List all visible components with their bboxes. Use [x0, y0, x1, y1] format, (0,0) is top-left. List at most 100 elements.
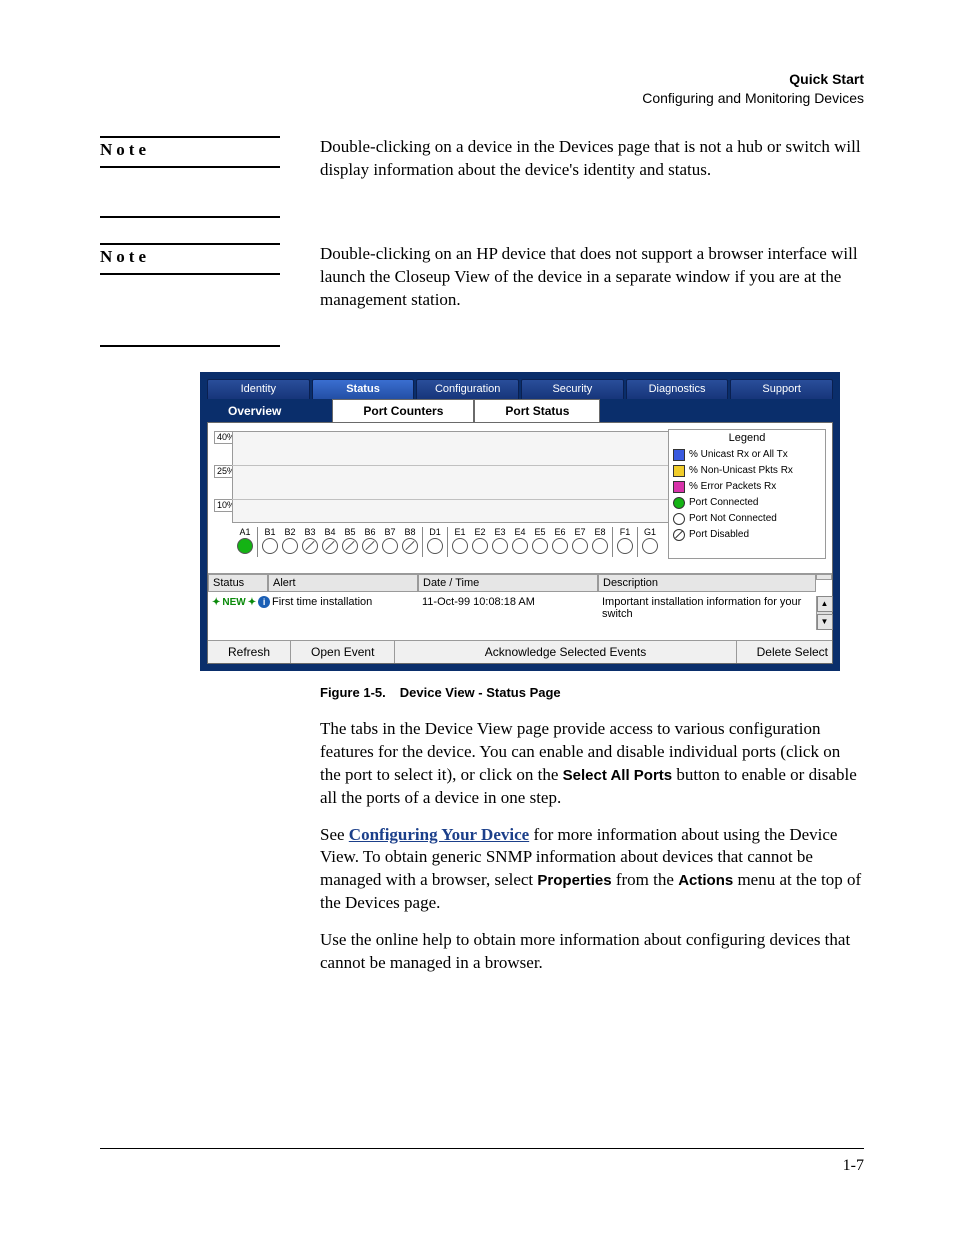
- figure-caption: Figure 1-5.Device View - Status Page: [320, 685, 864, 700]
- legend-item: % Non-Unicast Pkts Rx: [673, 463, 821, 479]
- tab-security[interactable]: Security: [521, 379, 624, 399]
- port-B2[interactable]: B2: [281, 527, 299, 557]
- port-label: B6: [364, 527, 375, 537]
- refresh-button[interactable]: Refresh: [208, 641, 291, 663]
- ack-events-button[interactable]: Acknowledge Selected Events: [395, 641, 736, 663]
- figure-title: Device View - Status Page: [400, 685, 561, 700]
- port-label: B2: [284, 527, 295, 537]
- port-D1[interactable]: D1: [426, 527, 444, 557]
- legend-item: Port Disabled: [673, 527, 821, 543]
- port-status-icon: [452, 538, 468, 554]
- legend-label: Port Disabled: [689, 527, 749, 543]
- new-badge: ✦NEW✦ i: [212, 596, 270, 608]
- event-description: Important installation information for y…: [598, 596, 816, 620]
- port-status-icon: [322, 538, 338, 554]
- tab-status[interactable]: Status: [312, 379, 415, 399]
- note-block-2: Note Double-clicking on an HP device tha…: [100, 243, 864, 348]
- col-scroller: [816, 574, 832, 580]
- port-label: E5: [534, 527, 545, 537]
- port-E2[interactable]: E2: [471, 527, 489, 557]
- legend-label: % Error Packets Rx: [689, 479, 776, 495]
- port-status-icon: [282, 538, 298, 554]
- note-label: Note: [100, 136, 280, 168]
- col-datetime: Date / Time: [418, 574, 598, 592]
- subtab-port-counters[interactable]: Port Counters: [332, 399, 474, 422]
- port-B8[interactable]: B8: [401, 527, 419, 557]
- legend-label: % Unicast Rx or All Tx: [689, 447, 788, 463]
- tab-diagnostics[interactable]: Diagnostics: [626, 379, 729, 399]
- port-A1[interactable]: A1: [236, 527, 254, 557]
- subtab-overview[interactable]: Overview: [211, 399, 332, 422]
- port-B5[interactable]: B5: [341, 527, 359, 557]
- configuring-your-device-link[interactable]: Configuring Your Device: [349, 825, 529, 844]
- note-label: Note: [100, 243, 280, 275]
- action-bar: Refresh Open Event Acknowledge Selected …: [208, 640, 832, 663]
- port-label: B4: [324, 527, 335, 537]
- port-status-icon: [382, 538, 398, 554]
- port-E6[interactable]: E6: [551, 527, 569, 557]
- note-text: Double-clicking on a device in the Devic…: [320, 136, 864, 219]
- col-description: Description: [598, 574, 816, 592]
- event-alert: First time installation: [268, 596, 418, 608]
- port-label: B1: [264, 527, 275, 537]
- port-label: E1: [454, 527, 465, 537]
- port-label: E6: [554, 527, 565, 537]
- port-G1[interactable]: G1: [641, 527, 659, 557]
- legend-item: Port Not Connected: [673, 511, 821, 527]
- port-B6[interactable]: B6: [361, 527, 379, 557]
- port-E3[interactable]: E3: [491, 527, 509, 557]
- scrollbar[interactable]: ▲ ▼: [816, 596, 832, 630]
- port-utilization-chart: Port Utilization 40% 25% 10% A1B1B2B3B4B…: [214, 429, 826, 569]
- port-status-icon: [472, 538, 488, 554]
- event-row[interactable]: ✦NEW✦ i First time installation 11-Oct-9…: [208, 592, 832, 640]
- port-label: B7: [384, 527, 395, 537]
- scroll-up-icon[interactable]: ▲: [817, 596, 833, 612]
- port-status-icon: [512, 538, 528, 554]
- port-status-icon: [402, 538, 418, 554]
- port-status-icon: [342, 538, 358, 554]
- legend-swatch-icon: [673, 481, 685, 493]
- port-E1[interactable]: E1: [451, 527, 469, 557]
- port-label: E8: [594, 527, 605, 537]
- port-label: D1: [429, 527, 441, 537]
- port-status-icon: [642, 538, 658, 554]
- legend-item: % Error Packets Rx: [673, 479, 821, 495]
- port-row: A1 B1 B2 B3 B4 B5 B6 B7 B8 D1 E1 E2 E3 E4 E5 E6 E7 E8 F1 G1: [236, 527, 676, 557]
- port-E8[interactable]: E8: [591, 527, 609, 557]
- tab-identity[interactable]: Identity: [207, 379, 310, 399]
- legend-swatch-icon: [673, 497, 685, 509]
- legend-swatch-icon: [673, 465, 685, 477]
- open-event-button[interactable]: Open Event: [291, 641, 395, 663]
- port-E4[interactable]: E4: [511, 527, 529, 557]
- port-E5[interactable]: E5: [531, 527, 549, 557]
- port-status-icon: [532, 538, 548, 554]
- top-tab-row: Identity Status Configuration Security D…: [205, 377, 835, 399]
- legend-box: Legend % Unicast Rx or All Tx% Non-Unica…: [668, 429, 826, 559]
- port-label: E2: [474, 527, 485, 537]
- port-B7[interactable]: B7: [381, 527, 399, 557]
- col-status: Status: [208, 574, 268, 592]
- port-label: E3: [494, 527, 505, 537]
- port-label: E4: [514, 527, 525, 537]
- subtab-port-status[interactable]: Port Status: [474, 399, 600, 422]
- port-status-icon: [492, 538, 508, 554]
- legend-item: Port Connected: [673, 495, 821, 511]
- footer-rule: [100, 1148, 864, 1149]
- legend-item: % Unicast Rx or All Tx: [673, 447, 821, 463]
- port-label: G1: [644, 527, 656, 537]
- delete-selected-button[interactable]: Delete Select: [737, 641, 832, 663]
- tab-support[interactable]: Support: [730, 379, 833, 399]
- header-title: Quick Start: [100, 70, 864, 89]
- port-status-icon: [572, 538, 588, 554]
- scroll-down-icon[interactable]: ▼: [817, 614, 833, 630]
- port-status-icon: [362, 538, 378, 554]
- body-text: The tabs in the Device View page provide…: [320, 718, 864, 975]
- port-E7[interactable]: E7: [571, 527, 589, 557]
- tab-configuration[interactable]: Configuration: [416, 379, 519, 399]
- page-number: 1-7: [843, 1157, 864, 1175]
- port-B4[interactable]: B4: [321, 527, 339, 557]
- port-B3[interactable]: B3: [301, 527, 319, 557]
- port-F1[interactable]: F1: [616, 527, 634, 557]
- port-B1[interactable]: B1: [261, 527, 279, 557]
- note-text: Double-clicking on an HP device that doe…: [320, 243, 864, 348]
